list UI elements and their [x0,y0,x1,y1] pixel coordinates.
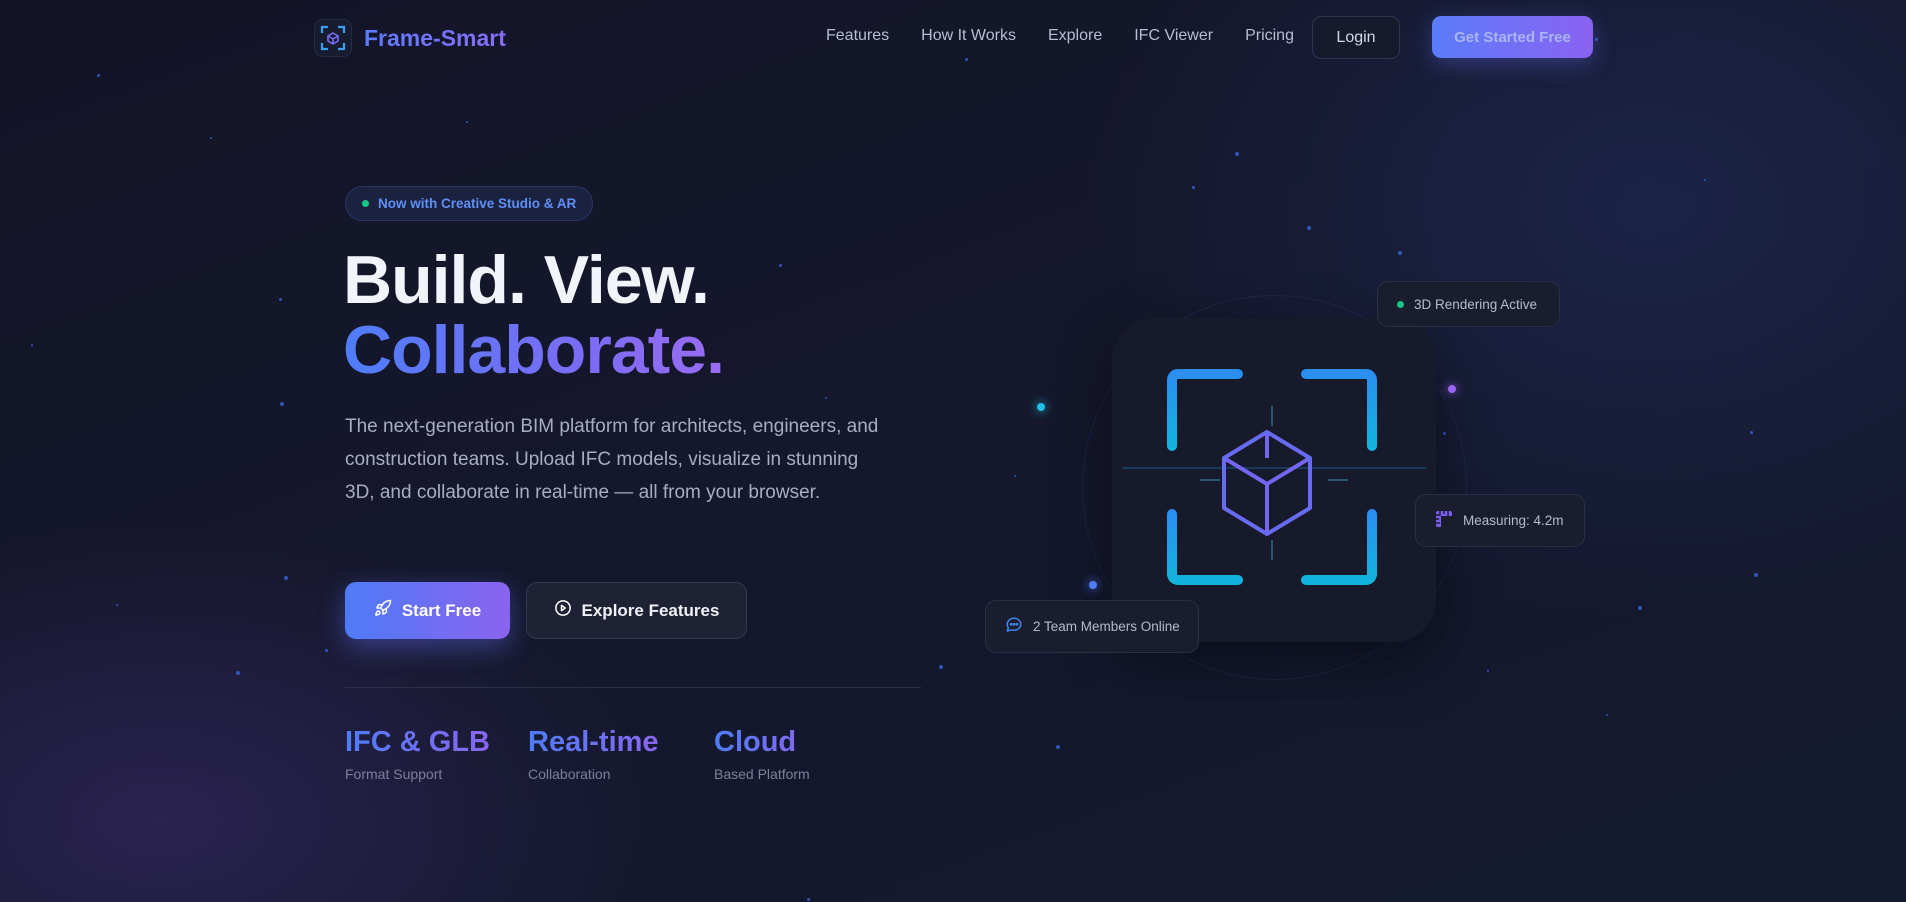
brand-name: Frame-Smart [364,24,506,51]
nav-link-ifc-viewer[interactable]: IFC Viewer [1134,27,1213,45]
login-button[interactable]: Login [1312,16,1400,59]
ruler-icon [1435,510,1453,531]
rocket-icon [374,599,392,622]
get-started-button[interactable]: Get Started Free [1432,16,1593,58]
measuring-pill: Measuring: 4.2m [1415,494,1585,547]
stat-label: Format Support [345,766,443,782]
team-online-pill: 2 Team Members Online [985,600,1199,653]
status-dot-icon [362,200,369,207]
stat-format-support: IFC & GLB Format Support [345,724,490,782]
nav-link-features[interactable]: Features [826,27,889,45]
stats-divider [345,687,921,688]
announcement-badge: Now with Creative Studio & AR [345,186,594,221]
stat-collaboration: Real-time Collaboration [528,724,659,782]
team-online-text: 2 Team Members Online [1033,619,1180,634]
explore-features-label: Explore Features [581,600,720,620]
stat-cloud-platform: Cloud Based Platform [714,724,810,782]
announcement-text: Now with Creative Studio & AR [378,196,577,211]
glow-dot [1089,581,1097,589]
explore-features-button[interactable]: Explore Features [526,582,747,639]
brand-logo[interactable]: Frame-Smart [314,19,506,57]
stat-value: Real-time [528,726,659,758]
glow-dot [1448,385,1456,393]
measuring-text: Measuring: 4.2m [1463,513,1564,528]
play-circle-icon [554,599,572,622]
hero-description: The next-generation BIM platform for arc… [345,416,879,503]
top-navigation: Frame-Smart Features How It Works Explor… [0,0,1906,74]
starfield-background [0,0,1906,902]
scan-frame-icon [1122,369,1426,585]
stat-value: IFC & GLB [345,726,490,758]
glow-dot [1037,403,1045,411]
rendering-status-pill: 3D Rendering Active [1377,281,1560,327]
nav-link-pricing[interactable]: Pricing [1245,27,1294,45]
stat-value: Cloud [714,724,810,760]
frame-logo-icon [314,19,352,57]
headline-line-1: Build. View. [343,242,710,318]
stat-label: Based Platform [714,766,810,782]
rendering-status-text: 3D Rendering Active [1414,296,1538,312]
headline-line-2: Collaborate. [343,312,725,388]
stat-label: Collaboration [528,766,611,782]
nav-links: Features How It Works Explore IFC Viewer… [826,27,1294,45]
nav-link-how-it-works[interactable]: How It Works [921,27,1016,45]
start-free-button[interactable]: Start Free [345,582,510,639]
chat-bubble-icon [1005,616,1023,637]
status-dot-icon [1397,300,1404,308]
start-free-label: Start Free [401,600,482,620]
nav-link-explore[interactable]: Explore [1048,27,1102,45]
